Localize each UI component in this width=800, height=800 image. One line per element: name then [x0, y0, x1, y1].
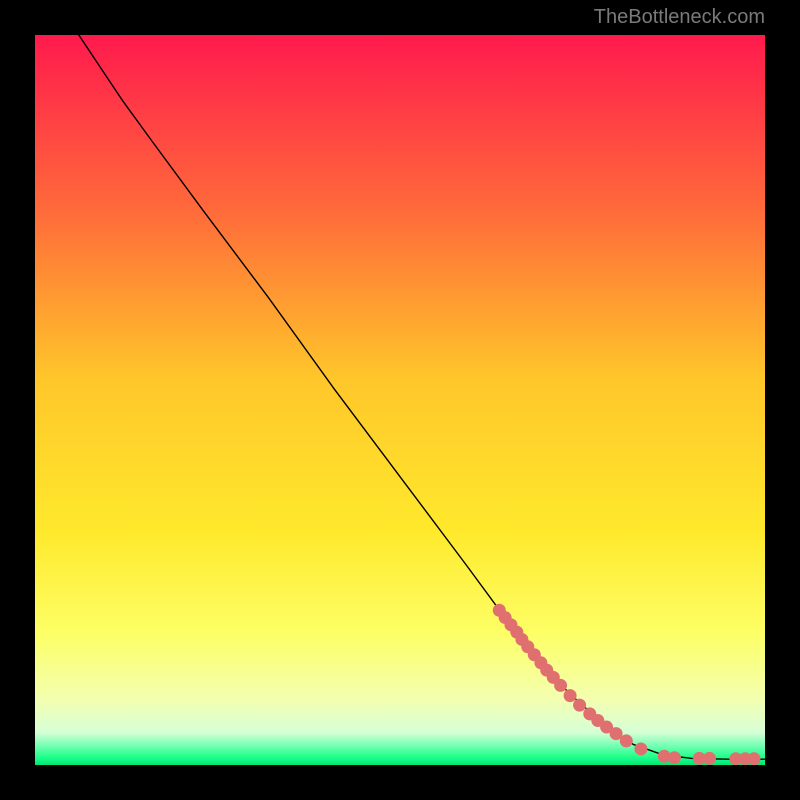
data-dot — [564, 689, 577, 702]
attribution-label: TheBottleneck.com — [594, 6, 765, 29]
chart-svg — [35, 35, 765, 765]
data-dot — [573, 699, 586, 712]
data-dot — [748, 752, 761, 765]
data-dot — [554, 679, 567, 692]
plot-area — [35, 35, 765, 765]
data-dot — [634, 742, 647, 755]
chart-frame: TheBottleneck.com — [0, 0, 800, 800]
data-dot — [703, 752, 716, 765]
gradient-background — [35, 35, 765, 765]
data-dot — [668, 751, 681, 764]
data-dot — [620, 734, 633, 747]
